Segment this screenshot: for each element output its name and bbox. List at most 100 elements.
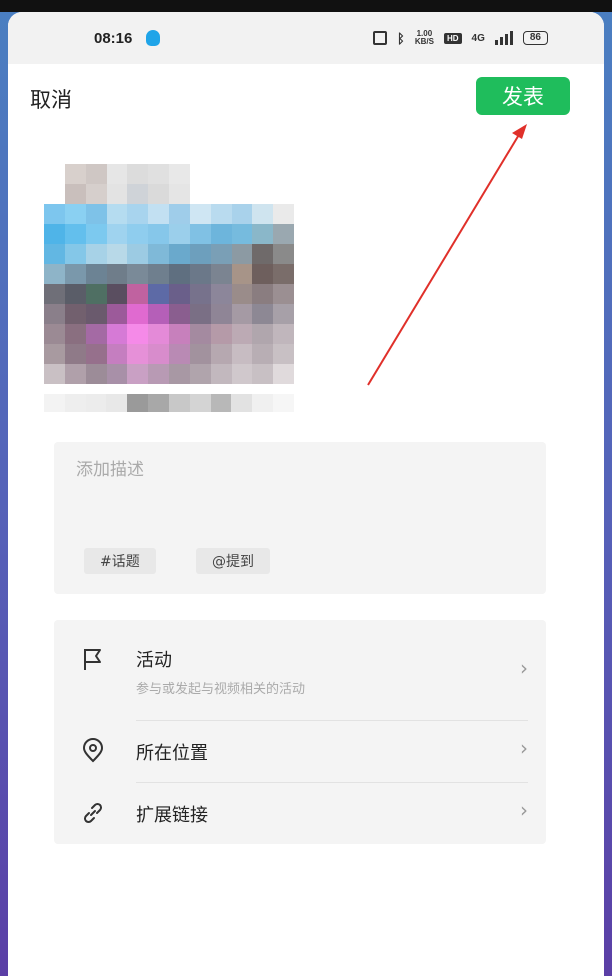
mosaic-pixel	[64, 324, 86, 344]
mosaic-pixel	[106, 344, 128, 364]
mosaic-pixel	[127, 364, 149, 384]
mosaic-pixel	[85, 284, 107, 304]
mosaic-pixel	[210, 204, 232, 224]
mosaic-pixel	[252, 284, 274, 304]
signal-icon	[494, 31, 513, 45]
mosaic-pixel	[273, 394, 294, 412]
mosaic-pixel	[64, 224, 86, 244]
mosaic-pixel	[169, 244, 190, 264]
mosaic-pixel	[210, 164, 232, 184]
option-activity-subtitle: 参与或发起与视频相关的活动	[136, 682, 306, 697]
mosaic-pixel	[127, 224, 149, 244]
mosaic-pixel	[127, 204, 149, 224]
nfc-icon	[373, 31, 388, 45]
mosaic-pixel	[148, 304, 169, 324]
mosaic-pixel	[273, 344, 294, 364]
mosaic-pixel	[189, 264, 211, 284]
mosaic-pixel	[169, 164, 190, 184]
mosaic-pixel	[273, 264, 294, 284]
mosaic-pixel	[210, 304, 232, 324]
mosaic-pixel	[44, 164, 65, 184]
mosaic-pixel	[64, 204, 86, 224]
status-time-group: 08:16	[94, 30, 161, 47]
option-link[interactable]: 扩展链接 ›	[54, 783, 546, 843]
mosaic-pixel	[106, 284, 128, 304]
mosaic-pixel	[127, 344, 149, 364]
mosaic-pixel	[127, 304, 149, 324]
mosaic-pixel	[85, 204, 107, 224]
mosaic-pixel	[252, 224, 274, 244]
network-speed-unit: KB/S	[414, 37, 434, 46]
option-location[interactable]: 所在位置 ›	[54, 721, 546, 781]
mosaic-pixel	[273, 304, 294, 324]
mosaic-pixel	[169, 204, 190, 224]
mosaic-pixel	[231, 284, 253, 304]
mosaic-pixel	[64, 264, 86, 284]
cancel-button[interactable]: 取消	[30, 84, 72, 114]
mosaic-pixel	[231, 184, 253, 204]
publish-button[interactable]: 发表	[476, 77, 570, 115]
mosaic-pixel	[85, 184, 107, 204]
mosaic-pixel	[44, 224, 65, 244]
phone-screen: 08:16 ᛒ 1.00 KB/S HD 4G 86 取消 发表 #话题 @提到	[8, 12, 604, 976]
video-thumbnail[interactable]	[44, 164, 294, 424]
mosaic-pixel	[106, 304, 128, 324]
mosaic-pixel	[189, 184, 211, 204]
mosaic-pixel	[127, 324, 149, 344]
chevron-right-icon: ›	[520, 736, 528, 760]
mosaic-pixel	[210, 184, 232, 204]
mosaic-pixel	[189, 244, 211, 264]
mosaic-pixel	[273, 184, 294, 204]
mosaic-pixel	[231, 264, 253, 284]
mosaic-pixel	[85, 244, 107, 264]
status-bar: 08:16 ᛒ 1.00 KB/S HD 4G 86	[8, 12, 604, 64]
top-border	[0, 0, 612, 12]
mosaic-pixel	[85, 264, 107, 284]
mosaic-pixel	[231, 204, 253, 224]
mosaic-pixel	[106, 244, 128, 264]
mosaic-pixel	[189, 394, 211, 412]
mosaic-pixel	[189, 204, 211, 224]
mosaic-pixel	[64, 244, 86, 264]
mosaic-pixel	[252, 364, 274, 384]
option-activity[interactable]: 活动 参与或发起与视频相关的活动 ›	[54, 620, 546, 720]
mosaic-pixel	[44, 324, 65, 344]
mosaic-pixel	[169, 364, 190, 384]
options-panel: 活动 参与或发起与视频相关的活动 › 所在位置 › 扩展链接 ›	[54, 620, 546, 844]
mosaic-pixel	[169, 304, 190, 324]
video-thumbnail-caption	[44, 394, 294, 412]
mosaic-pixel	[252, 324, 274, 344]
topic-chip[interactable]: #话题	[84, 548, 156, 574]
mosaic-pixel	[231, 344, 253, 364]
mosaic-pixel	[64, 344, 86, 364]
mosaic-pixel	[273, 364, 294, 384]
mosaic-pixel	[169, 184, 190, 204]
mosaic-pixel	[210, 264, 232, 284]
mosaic-pixel	[273, 164, 294, 184]
description-box: #话题 @提到	[54, 442, 546, 594]
mosaic-pixel	[231, 324, 253, 344]
mention-chip[interactable]: @提到	[196, 548, 270, 574]
mosaic-pixel	[210, 344, 232, 364]
mosaic-pixel	[231, 224, 253, 244]
mosaic-pixel	[127, 284, 149, 304]
description-input[interactable]	[76, 460, 516, 480]
location-pin-icon	[78, 736, 108, 766]
mosaic-pixel	[189, 324, 211, 344]
mosaic-pixel	[44, 344, 65, 364]
mosaic-pixel	[85, 344, 107, 364]
mosaic-pixel	[64, 304, 86, 324]
mosaic-pixel	[85, 304, 107, 324]
mosaic-pixel	[148, 394, 169, 412]
mosaic-pixel	[210, 284, 232, 304]
mosaic-pixel	[44, 284, 65, 304]
mosaic-pixel	[127, 184, 149, 204]
mosaic-pixel	[169, 264, 190, 284]
mosaic-pixel	[231, 244, 253, 264]
mosaic-pixel	[148, 344, 169, 364]
option-location-title: 所在位置	[136, 743, 208, 764]
link-icon	[78, 798, 108, 828]
mosaic-pixel	[127, 244, 149, 264]
mosaic-pixel	[273, 204, 294, 224]
mosaic-pixel	[106, 224, 128, 244]
